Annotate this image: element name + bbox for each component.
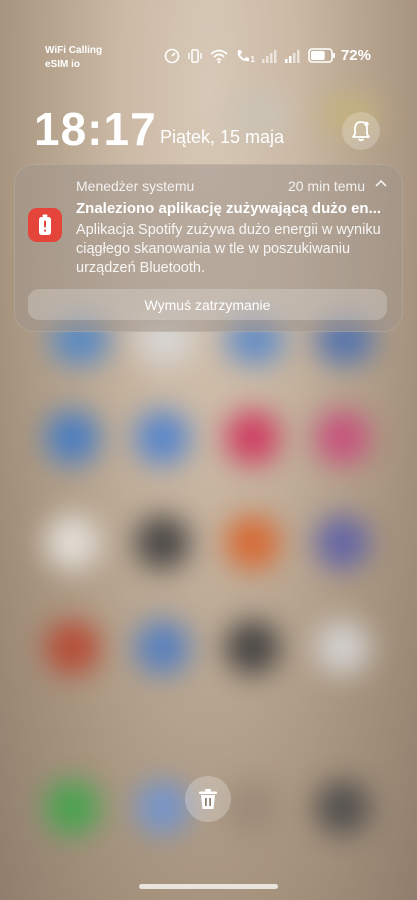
signal-icon-2 <box>284 49 300 63</box>
vibrate-icon <box>187 48 202 63</box>
wifi-calling-sub: 1 <box>250 54 255 64</box>
lockscreen-clock: 18:17 <box>34 103 157 155</box>
speedometer-icon <box>164 48 179 63</box>
wifi-icon <box>209 49 228 63</box>
lockscreen-date: Piątek, 15 maja <box>160 127 285 147</box>
wifi-calling-icon <box>237 49 249 61</box>
carrier-line-1: WiFi Calling <box>45 45 103 56</box>
notification-app-name: Menedżer systemu <box>76 178 195 194</box>
battery-warning-icon <box>28 208 62 242</box>
battery-percent: 72% <box>340 47 371 64</box>
bell-icon <box>352 121 370 142</box>
battery-icon <box>308 48 335 63</box>
home-indicator[interactable] <box>139 884 278 889</box>
notification-time: 20 min temu <box>287 178 365 194</box>
carrier-info: WiFi Calling eSIM io <box>45 44 102 72</box>
notification-bell-button[interactable] <box>342 112 380 150</box>
trash-icon <box>199 789 217 809</box>
status-bar: WiFi Calling eSIM io 1 72% <box>0 0 417 80</box>
notification-body: Aplikacja Spotify zużywa dużo energii w … <box>76 222 381 276</box>
chevron-up-icon[interactable] <box>375 179 387 189</box>
status-icons: 1 72% <box>164 47 371 64</box>
wifi-calling-indicator: 1 <box>235 48 255 64</box>
clear-notifications-button[interactable] <box>185 776 231 822</box>
signal-icon <box>261 49 277 63</box>
force-stop-button[interactable]: Wymuś zatrzymanie <box>28 289 387 320</box>
carrier-line-2: eSIM io <box>45 59 81 70</box>
notification-title: Znaleziono aplikację zużywającą dużo en.… <box>76 200 382 217</box>
notification-card[interactable]: Menedżer systemu 20 min temu Znaleziono … <box>14 164 403 332</box>
